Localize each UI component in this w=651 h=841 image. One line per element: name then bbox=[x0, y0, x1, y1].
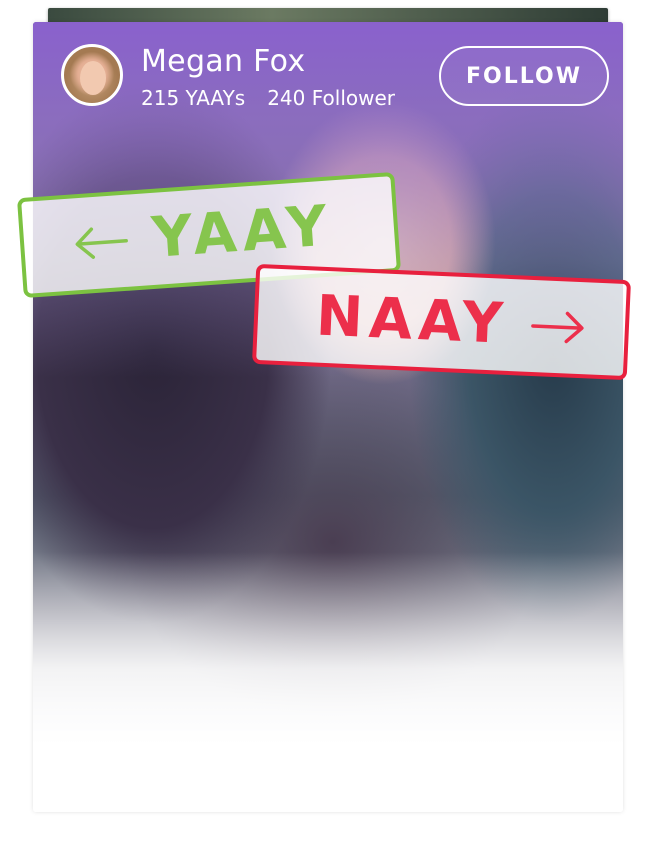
avatar-face bbox=[80, 61, 106, 95]
naay-stamp[interactable]: NAAY bbox=[251, 263, 632, 381]
card-header: Megan Fox 215 YAAYs 240 Follower FOLLOW bbox=[61, 44, 609, 112]
user-name[interactable]: Megan Fox bbox=[141, 44, 305, 79]
avatar[interactable] bbox=[61, 44, 123, 106]
profile-card[interactable]: Megan Fox 215 YAAYs 240 Follower FOLLOW bbox=[33, 22, 623, 812]
arrow-right-icon bbox=[530, 311, 584, 344]
bottom-fade bbox=[33, 552, 623, 812]
follower-count: 240 Follower bbox=[267, 86, 395, 110]
swipe-screen: Megan Fox 215 YAAYs 240 Follower FOLLOW Y… bbox=[0, 0, 651, 841]
yaay-label: YAAY bbox=[149, 193, 335, 271]
yaay-count: 215 YAAYs bbox=[141, 86, 246, 110]
follow-button[interactable]: FOLLOW bbox=[439, 46, 609, 106]
user-stats: 215 YAAYs 240 Follower bbox=[141, 86, 395, 110]
naay-label: NAAY bbox=[314, 283, 511, 357]
arrow-left-icon bbox=[75, 227, 128, 259]
